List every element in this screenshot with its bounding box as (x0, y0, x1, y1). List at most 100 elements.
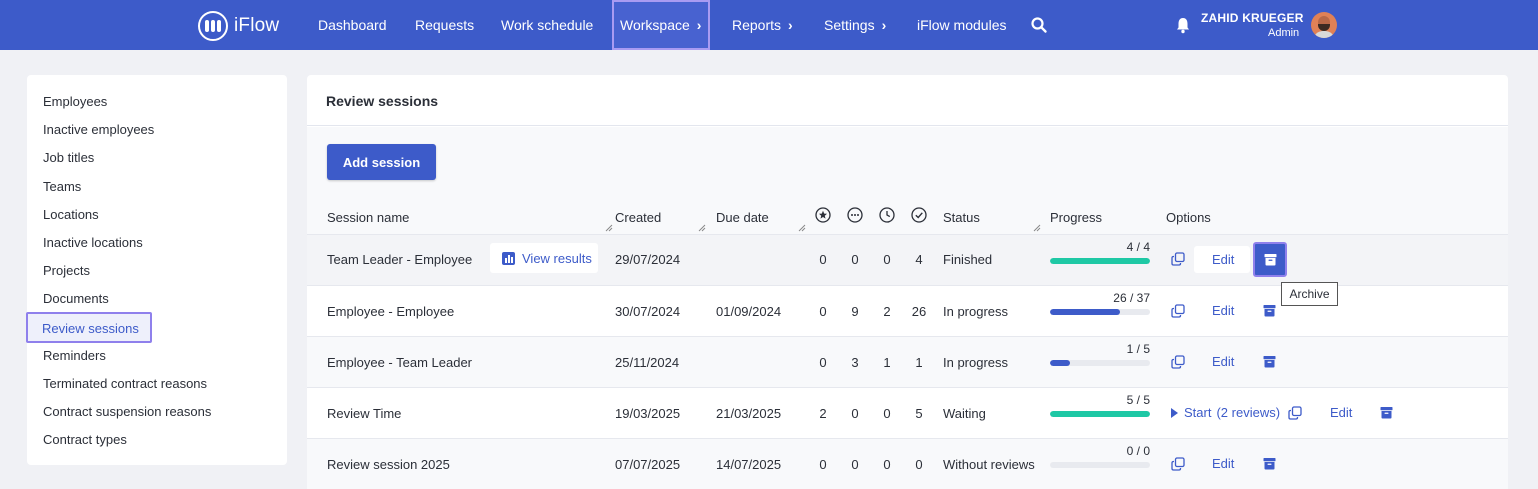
nav-iflow-modules[interactable]: iFlow modules (917, 0, 1006, 50)
progress-bar (1050, 309, 1150, 315)
user-name[interactable]: ZAHID KRUEGER (1201, 11, 1304, 25)
column-header-status[interactable]: Status (943, 210, 980, 225)
avatar[interactable] (1311, 12, 1337, 38)
sidebar-item-reminders[interactable]: Reminders (43, 348, 106, 363)
progress-bar (1050, 411, 1150, 417)
nav-label: Dashboard (318, 17, 387, 33)
count-cell: 2 (819, 406, 827, 421)
nav-work-schedule[interactable]: Work schedule (501, 0, 593, 50)
count-cell: 5 (915, 406, 923, 421)
edit-button[interactable]: Edit (1212, 303, 1234, 318)
count-cell: 0 (883, 457, 891, 472)
archive-icon[interactable] (1263, 304, 1276, 317)
sidebar-item-review-sessions[interactable]: Review sessions (26, 312, 152, 343)
count-cell: 0 (883, 252, 891, 267)
column-resize-handle[interactable] (605, 224, 613, 232)
sidebar-item-employees[interactable]: Employees (43, 94, 107, 109)
session-name[interactable]: Employee - Employee (327, 304, 454, 319)
sidebar-item-inactive-employees[interactable]: Inactive employees (43, 122, 154, 137)
nav-settings[interactable]: Settings › (824, 0, 886, 50)
count-cell: 3 (851, 355, 859, 370)
sidebar-item-teams[interactable]: Teams (43, 179, 81, 194)
column-resize-handle[interactable] (698, 224, 706, 232)
copy-icon[interactable] (1288, 406, 1302, 420)
session-name[interactable]: Review session 2025 (327, 457, 450, 472)
bell-icon[interactable] (1175, 16, 1191, 34)
count-cell: 0 (819, 355, 827, 370)
more-icon (847, 207, 863, 223)
created-date: 19/03/2025 (615, 406, 681, 421)
column-header-due-date[interactable]: Due date (716, 210, 769, 225)
nav-workspace[interactable]: Workspace › (620, 0, 701, 50)
created-date: 07/07/2025 (615, 457, 681, 472)
nav-label: Settings (824, 17, 875, 33)
copy-icon[interactable] (1171, 304, 1185, 318)
edit-button[interactable]: Edit (1212, 354, 1234, 369)
archive-button[interactable] (1253, 242, 1287, 277)
column-header-options: Options (1166, 210, 1211, 225)
chevron-right-icon: › (788, 17, 793, 33)
sidebar-item-job-titles[interactable]: Job titles (43, 150, 94, 165)
panel-header: Review sessions (307, 75, 1508, 126)
sidebar-item-label: Review sessions (42, 321, 139, 336)
nav-label: Work schedule (501, 17, 594, 33)
nav-requests[interactable]: Requests (415, 0, 474, 50)
progress-fill (1050, 411, 1150, 417)
status-text: In progress (943, 355, 1009, 370)
due-date: 14/07/2025 (716, 457, 782, 472)
add-session-button[interactable]: Add session (327, 144, 436, 180)
session-name[interactable]: Review Time (327, 406, 401, 421)
due-date: 21/03/2025 (716, 406, 782, 421)
progress-fill (1050, 360, 1070, 366)
due-date: 01/09/2024 (716, 304, 782, 319)
edit-button[interactable]: Edit (1212, 456, 1234, 471)
created-date: 30/07/2024 (615, 304, 681, 319)
search-icon[interactable] (1030, 16, 1048, 34)
view-results-button[interactable]: View results (490, 243, 598, 273)
sidebar-item-projects[interactable]: Projects (43, 263, 90, 278)
column-header-created[interactable]: Created (615, 210, 661, 225)
count-cell: 4 (915, 252, 923, 267)
edit-button[interactable]: Edit (1330, 405, 1352, 420)
table-row: Review session 2025 07/07/2025 14/07/202… (307, 438, 1508, 489)
copy-icon[interactable] (1171, 252, 1185, 266)
archive-icon[interactable] (1380, 406, 1393, 419)
sidebar-item-contract-types[interactable]: Contract types (43, 432, 127, 447)
sidebar-item-locations[interactable]: Locations (43, 207, 99, 222)
start-review-button[interactable]: Start (2 reviews) (1171, 405, 1280, 420)
archive-icon[interactable] (1263, 457, 1276, 470)
nav-reports[interactable]: Reports › (732, 0, 793, 50)
table-row: Team Leader - Employee View results 29/0… (307, 234, 1508, 285)
top-navbar: iFlow Dashboard Requests Work schedule W… (0, 0, 1538, 50)
count-cell: 26 (911, 304, 927, 319)
sidebar-item-terminated-contract-reasons[interactable]: Terminated contract reasons (43, 376, 207, 391)
nav-label: iFlow modules (917, 17, 1007, 33)
check-circle-icon (911, 207, 927, 223)
bar-chart-icon (502, 251, 515, 265)
status-text: Waiting (943, 406, 986, 421)
logo[interactable]: iFlow (198, 11, 279, 41)
column-header-progress[interactable]: Progress (1050, 210, 1102, 225)
copy-icon[interactable] (1171, 355, 1185, 369)
progress-fill (1050, 258, 1150, 264)
chevron-right-icon: › (881, 17, 887, 33)
session-name[interactable]: Team Leader - Employee (327, 252, 472, 267)
table-row: Review Time 19/03/2025 21/03/2025 2 0 0 … (307, 387, 1508, 438)
status-text: In progress (943, 304, 1009, 319)
edit-button[interactable]: Edit (1212, 252, 1234, 267)
archive-icon[interactable] (1263, 355, 1276, 368)
column-header-session-name[interactable]: Session name (327, 210, 409, 225)
progress-bar (1050, 462, 1150, 468)
sidebar-item-documents[interactable]: Documents (43, 291, 109, 306)
sidebar-item-inactive-locations[interactable]: Inactive locations (43, 235, 143, 250)
session-name[interactable]: Employee - Team Leader (327, 355, 472, 370)
column-resize-handle[interactable] (1033, 224, 1041, 232)
sidebar-item-contract-suspension-reasons[interactable]: Contract suspension reasons (43, 404, 211, 419)
count-cell: 0 (851, 406, 859, 421)
progress-label: 0 / 0 (1126, 444, 1150, 458)
column-resize-handle[interactable] (798, 224, 806, 232)
progress-label: 4 / 4 (1126, 240, 1150, 254)
nav-dashboard[interactable]: Dashboard (318, 0, 387, 50)
start-review-count: (2 reviews) (1216, 405, 1281, 420)
copy-icon[interactable] (1171, 457, 1185, 471)
